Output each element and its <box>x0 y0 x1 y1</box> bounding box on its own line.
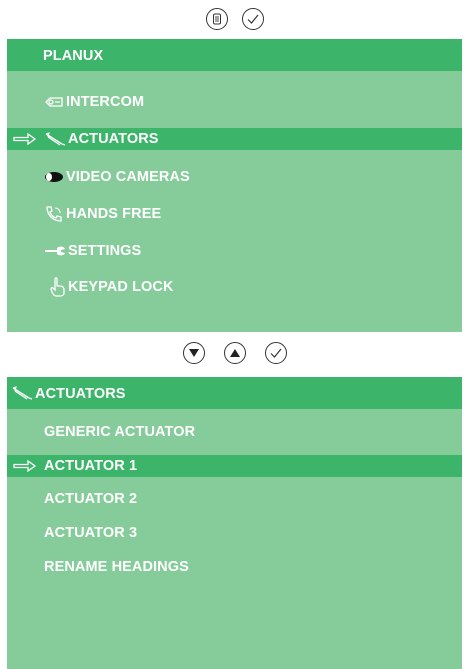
menu-item-actuator-2[interactable]: ACTUATOR 2 <box>7 488 462 510</box>
main-menu-panel: PLANUX INTERCOM ACTUATORS VIDEO CAMERAS … <box>7 39 462 332</box>
menu-item-rename-headings[interactable]: RENAME HEADINGS <box>7 556 462 578</box>
main-menu-title: PLANUX <box>43 48 104 64</box>
triangle-up-icon <box>229 349 240 357</box>
triangle-down-icon <box>188 349 199 357</box>
menu-item-label: SETTINGS <box>68 243 142 259</box>
menu-item-actuators[interactable]: ACTUATORS <box>7 128 462 150</box>
intercom-icon <box>44 96 64 108</box>
menu-item-label: INTERCOM <box>66 94 145 110</box>
selection-arrow-icon <box>13 133 37 145</box>
handset-icon <box>44 205 64 223</box>
hand-pointer-icon <box>50 277 66 297</box>
confirm-button[interactable] <box>241 8 264 30</box>
actuators-menu-header: ACTUATORS <box>7 377 462 409</box>
menu-item-label: HANDS FREE <box>66 206 162 222</box>
check-icon <box>247 14 258 24</box>
up-button[interactable] <box>223 342 246 364</box>
down-button[interactable] <box>182 342 205 364</box>
menu-item-label: ACTUATOR 2 <box>44 491 138 507</box>
menu-item-label: ACTUATOR 1 <box>44 458 138 474</box>
menu-button[interactable] <box>205 8 228 30</box>
menu-item-label: KEYPAD LOCK <box>68 279 174 295</box>
menu-item-actuator-1[interactable]: ACTUATOR 1 <box>7 455 462 477</box>
actuators-menu-panel: ACTUATORS GENERIC ACTUATOR ACTUATOR 1 AC… <box>7 377 462 669</box>
check-icon <box>270 348 281 358</box>
selection-arrow-icon <box>13 460 37 472</box>
nav-button-bar <box>0 340 469 366</box>
actuators-menu-title: ACTUATORS <box>35 386 126 402</box>
menu-icon <box>212 13 221 25</box>
menu-item-keypad-lock[interactable]: KEYPAD LOCK <box>7 276 462 298</box>
menu-item-label: RENAME HEADINGS <box>44 559 189 575</box>
main-menu-header: PLANUX <box>7 39 462 71</box>
menu-item-settings[interactable]: SETTINGS <box>7 240 462 262</box>
menu-item-actuator-3[interactable]: ACTUATOR 3 <box>7 522 462 544</box>
top-button-bar <box>0 6 469 32</box>
camera-icon <box>44 171 64 183</box>
actuator-icon <box>44 132 66 146</box>
menu-item-label: ACTUATORS <box>68 131 159 147</box>
menu-item-hands-free[interactable]: HANDS FREE <box>7 203 462 225</box>
wrench-icon <box>44 245 66 257</box>
menu-item-intercom[interactable]: INTERCOM <box>7 91 462 113</box>
menu-item-video-cameras[interactable]: VIDEO CAMERAS <box>7 166 462 188</box>
menu-item-label: GENERIC ACTUATOR <box>44 424 196 440</box>
confirm-button[interactable] <box>264 342 287 364</box>
menu-item-generic-actuator[interactable]: GENERIC ACTUATOR <box>7 421 462 443</box>
menu-item-label: ACTUATOR 3 <box>44 525 138 541</box>
menu-item-label: VIDEO CAMERAS <box>66 169 190 185</box>
actuator-icon <box>11 386 33 400</box>
